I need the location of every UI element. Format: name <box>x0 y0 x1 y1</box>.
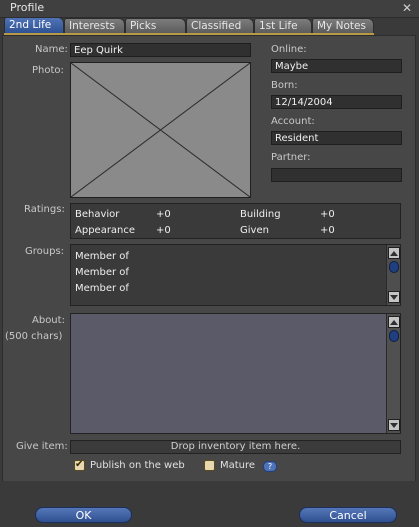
arrow-down-icon[interactable] <box>388 419 400 431</box>
about-scrollbar[interactable] <box>386 314 400 433</box>
mature-label[interactable]: Mature <box>220 460 255 471</box>
arrow-down-icon[interactable] <box>388 291 400 303</box>
empty-image-icon <box>71 63 250 197</box>
tab-1st-life[interactable]: 1st Life <box>254 18 312 33</box>
tab-picks[interactable]: Picks <box>125 18 186 33</box>
account-label: Account: <box>271 116 315 127</box>
online-label: Online: <box>271 44 307 55</box>
rating-given-value: +0 <box>320 225 335 236</box>
groups-label: Groups: <box>25 246 65 257</box>
about-scroll-thumb[interactable] <box>389 330 399 342</box>
photo-placeholder[interactable] <box>70 62 251 198</box>
ratings-box: Behavior +0 Building +0 Appearance +0 Gi… <box>70 203 401 239</box>
give-item-label: Give item: <box>16 441 68 452</box>
arrow-up-icon[interactable] <box>388 247 400 259</box>
about-textarea[interactable] <box>70 313 401 434</box>
photo-label: Photo: <box>32 65 64 76</box>
rating-appearance-value: +0 <box>156 225 171 236</box>
ok-button[interactable]: OK <box>35 507 132 523</box>
rating-building-label: Building <box>240 209 281 220</box>
about-hint: (500 chars) <box>5 331 63 342</box>
arrow-up-icon[interactable] <box>388 316 400 328</box>
title-bar <box>0 0 419 18</box>
groups-list[interactable]: Member of Member of Member of <box>70 244 401 306</box>
tab-2nd-life[interactable]: 2nd Life <box>4 17 64 34</box>
publish-label[interactable]: Publish on the web <box>90 460 185 471</box>
window-title: Profile <box>10 1 45 14</box>
help-icon[interactable]: ? <box>263 461 277 472</box>
groups-scrollbar[interactable] <box>386 245 400 305</box>
group-item[interactable]: Member of <box>75 267 129 278</box>
partner-field <box>271 168 402 182</box>
cancel-button[interactable]: Cancel <box>299 507 397 523</box>
rating-behavior-label: Behavior <box>75 209 120 220</box>
about-label: About: <box>32 315 65 326</box>
online-field: Maybe <box>271 59 402 73</box>
close-icon[interactable]: ✕ <box>402 1 412 15</box>
group-item[interactable]: Member of <box>75 283 129 294</box>
rating-appearance-label: Appearance <box>75 225 136 236</box>
rating-given-label: Given <box>240 225 269 236</box>
give-item-dropzone[interactable]: Drop inventory item here. <box>70 440 401 454</box>
group-item[interactable]: Member of <box>75 251 129 262</box>
groups-scroll-thumb[interactable] <box>389 261 399 273</box>
name-label: Name: <box>35 44 68 55</box>
born-field: 12/14/2004 <box>271 95 402 109</box>
publish-checkbox[interactable]: ✔ <box>74 459 85 471</box>
tab-my-notes[interactable]: My Notes <box>312 18 374 33</box>
rating-building-value: +0 <box>320 209 335 220</box>
mature-checkbox[interactable] <box>204 460 215 471</box>
ratings-label: Ratings: <box>24 204 65 215</box>
name-field: Eep Quirk <box>70 43 251 57</box>
rating-behavior-value: +0 <box>156 209 171 220</box>
partner-label: Partner: <box>271 152 311 163</box>
tab-classified[interactable]: Classified <box>186 18 254 33</box>
checkmark-icon: ✔ <box>75 459 84 470</box>
account-field: Resident <box>271 131 402 145</box>
born-label: Born: <box>271 80 298 91</box>
tab-interests[interactable]: Interests <box>64 18 125 33</box>
